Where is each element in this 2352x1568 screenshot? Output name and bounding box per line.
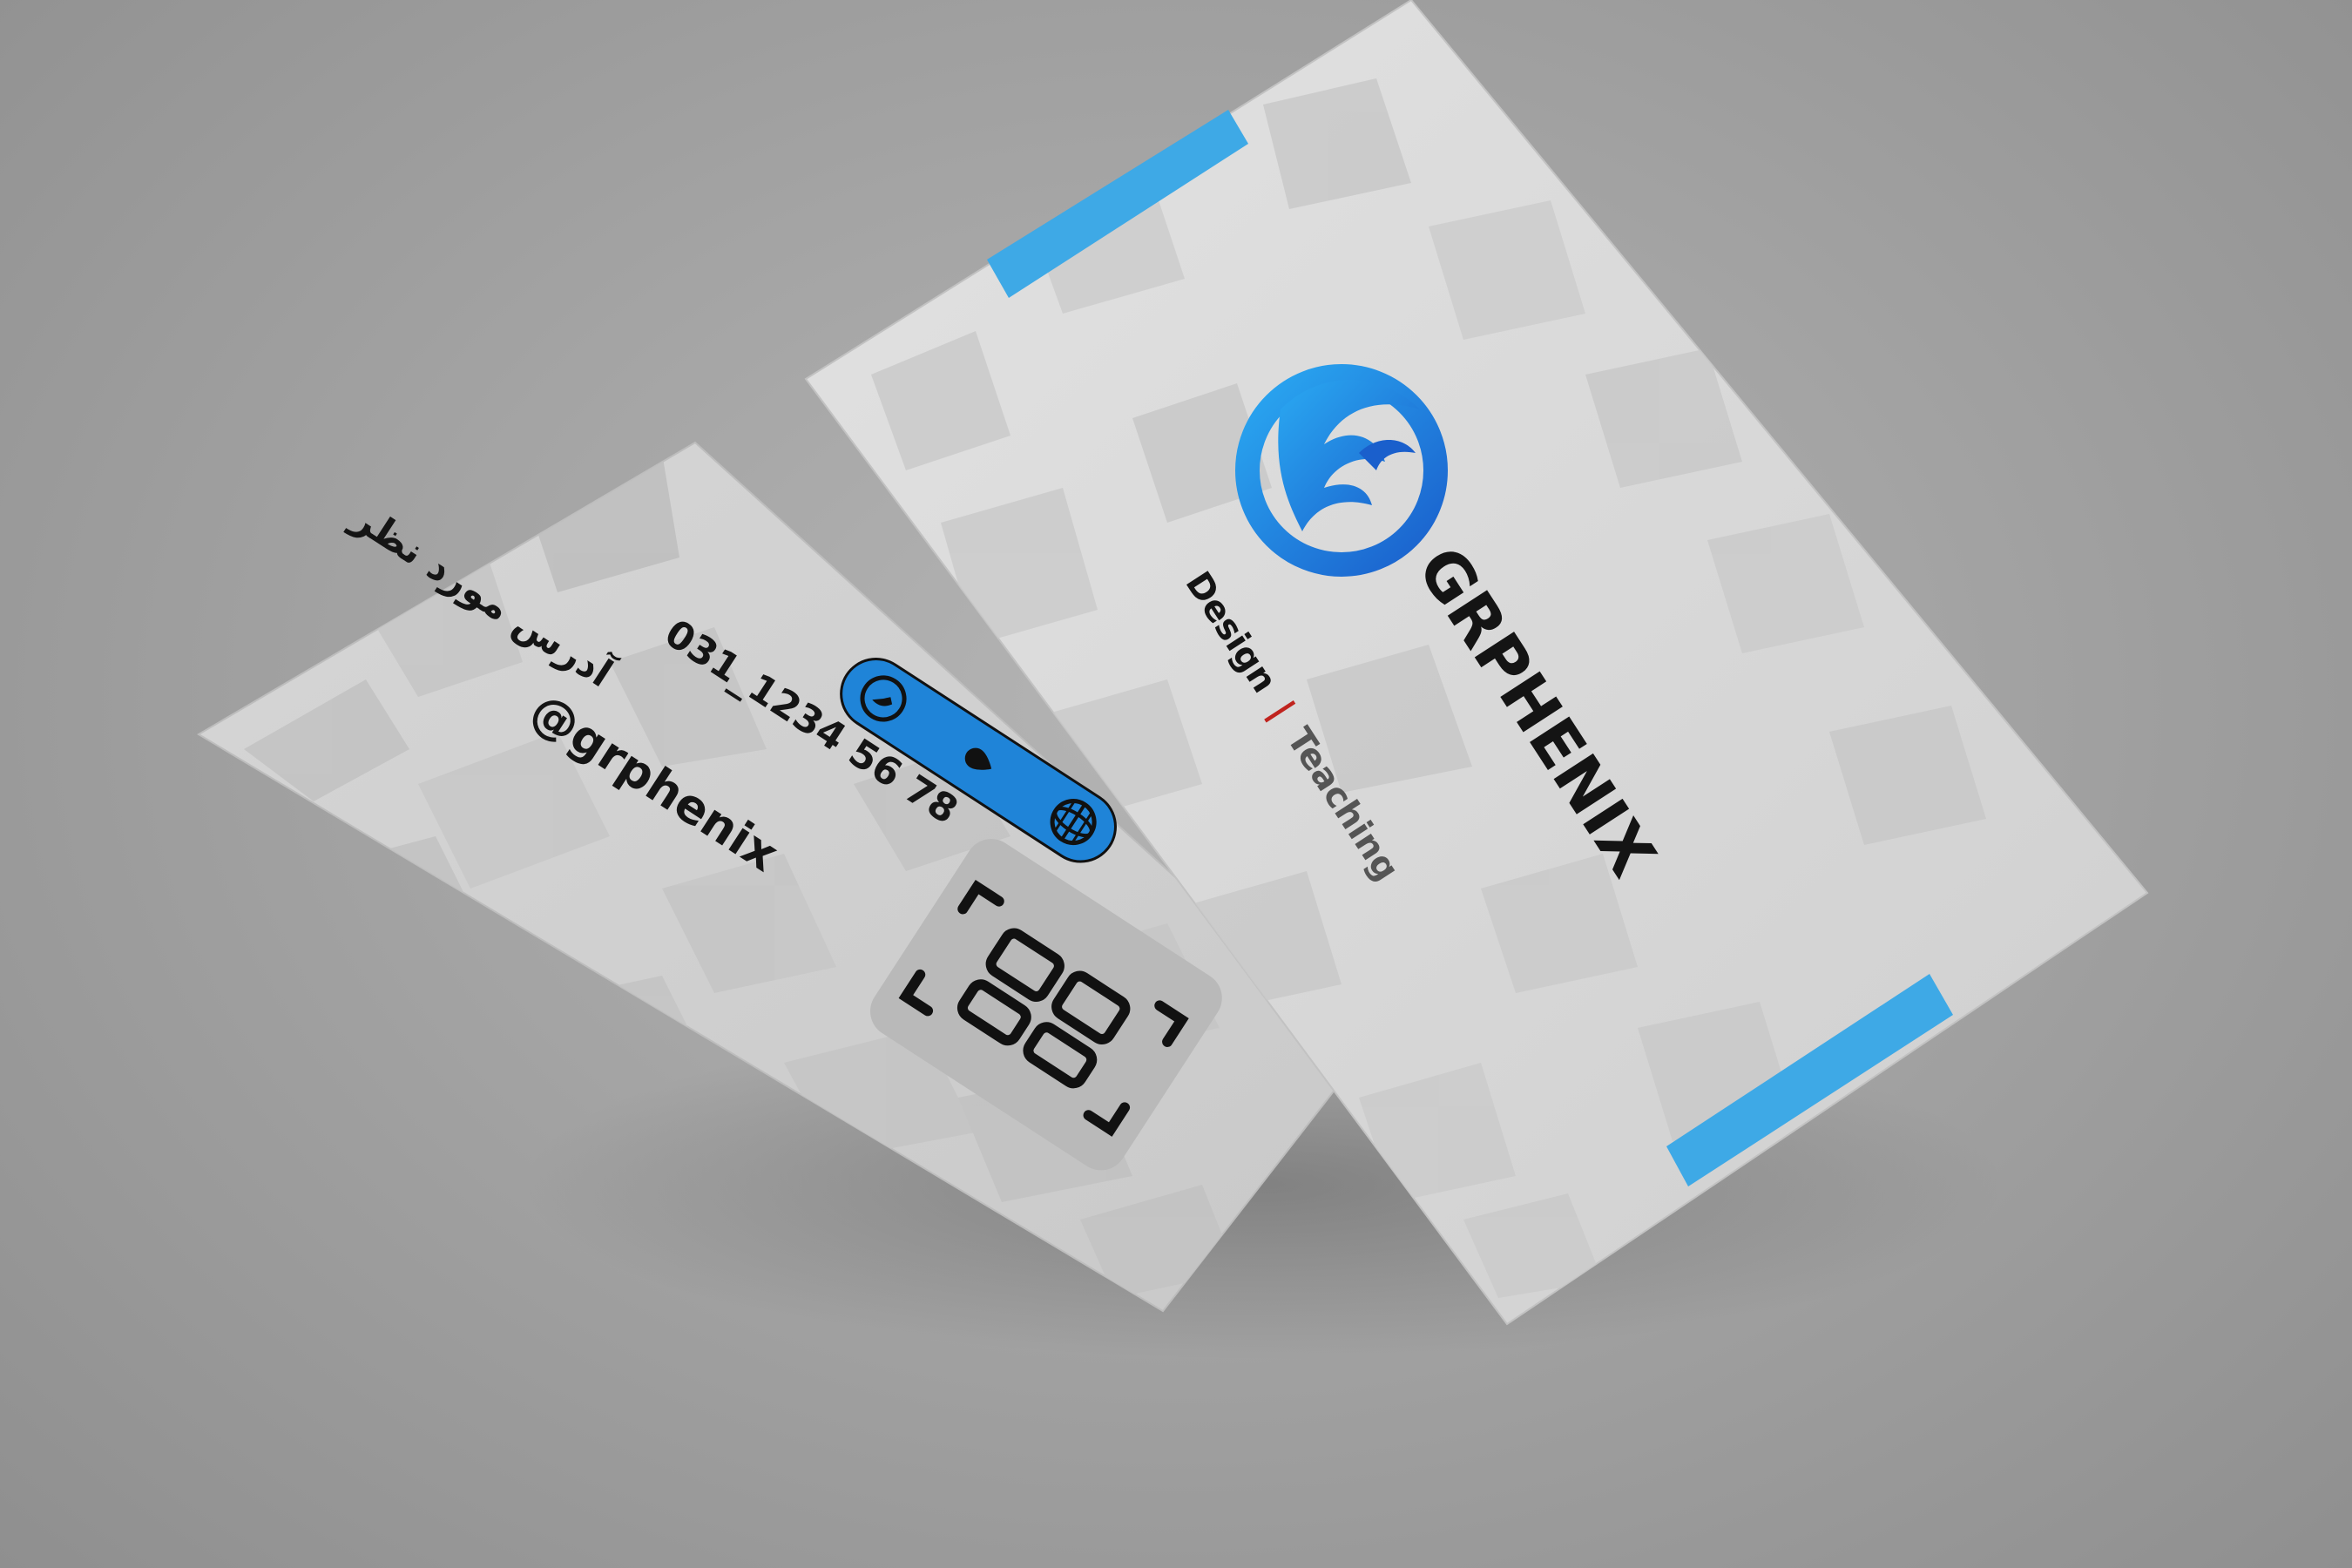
mockup-scene: 031_1234 56 78 آدرس مورد نظر @grphenix G… xyxy=(197,0,2149,1359)
